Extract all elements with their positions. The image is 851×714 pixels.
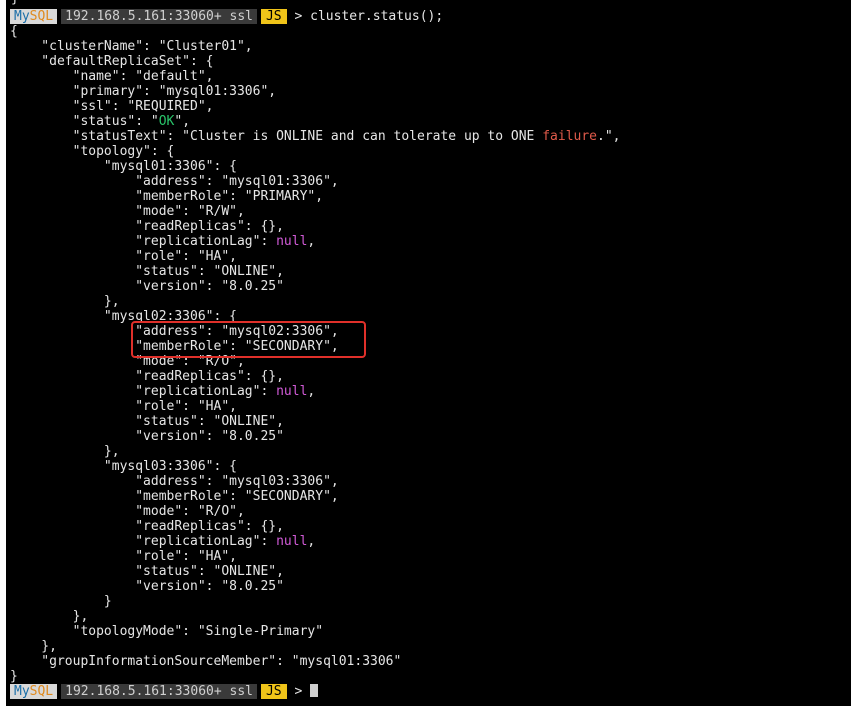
terminal-window[interactable]: } MySQL192.168.5.161:33060+ sslJS > clus… (6, 0, 851, 706)
member-status: "status": "ONLINE", (10, 414, 284, 429)
json-status-text: "statusText": "Cluster is ONLINE and can… (10, 129, 851, 144)
prompt-line: MySQL 192.168.5.161:33060+ ssl JS > cluste… (10, 9, 851, 24)
member-read-replicas: "readReplicas": {}, (10, 219, 284, 234)
previous-output-brace: } (11, 0, 19, 6)
prompt-host: 192.168.5.161:33060+ ssl (61, 9, 257, 24)
member-status: "status": "ONLINE", (10, 564, 284, 579)
json-status-text-tail: .", (597, 129, 621, 144)
json-close-brace: } (10, 669, 18, 684)
member-read-replicas: "readReplicas": {}, (10, 519, 284, 534)
prompt-app-name: My (14, 9, 30, 24)
member-header: "mysql03:3306": { (10, 459, 237, 474)
member-replication-lag-tail: , (307, 384, 316, 399)
json-cluster-name: "clusterName": "Cluster01", (10, 39, 253, 54)
json-group-information-source-member: "groupInformationSourceMember": "mysql01… (10, 654, 402, 669)
member-ha-role: "role": "HA", (10, 549, 237, 564)
member-role: "memberRole": "PRIMARY", (10, 189, 324, 204)
text-cursor[interactable] (310, 684, 319, 697)
member-ha-role: "role": "HA", (10, 249, 237, 264)
member-mode: "mode": "R/W", (10, 204, 245, 219)
member-address: "address": "mysql01:3306", (10, 174, 339, 189)
active-prompt-line[interactable]: MySQL 192.168.5.161:33060+ ssl JS > (10, 684, 851, 699)
member-replication-lag-tail: , (307, 534, 316, 549)
json-default-replica-set: "defaultReplicaSet": { (10, 54, 214, 69)
member-close: } (10, 594, 112, 609)
member-close: }, (10, 294, 120, 309)
member-header: "mysql01:3306": { (10, 159, 237, 174)
member-address: "address": "mysql03:3306", (10, 474, 339, 489)
json-primary: "primary": "mysql01:3306", (10, 84, 277, 99)
member-replication-lag-null: null (276, 534, 308, 549)
json-status: "status": "OK", (10, 114, 851, 129)
member-status: "status": "ONLINE", (10, 264, 284, 279)
json-open-brace: { (10, 24, 18, 39)
prompt-mode-badge: JS (260, 684, 287, 699)
member-replication-lag-key: "replicationLag": (10, 534, 277, 549)
prompt-app-name: My (14, 684, 30, 699)
annotation-highlight-box (131, 321, 366, 358)
json-topology-close: }, (10, 609, 89, 624)
prompt-mode-badge: JS (260, 9, 287, 24)
member-role: "memberRole": "SECONDARY", (10, 489, 339, 504)
member-version: "version": "8.0.25" (10, 279, 284, 294)
member-replication-lag-tail: , (307, 234, 316, 249)
member-version: "version": "8.0.25" (10, 579, 284, 594)
prompt-host: 192.168.5.161:33060+ ssl (61, 684, 257, 699)
mysql-prompt-badge: MySQL (10, 684, 58, 699)
prompt-app-accent: SQL (29, 9, 54, 24)
member-replication-lag-key: "replicationLag": (10, 384, 277, 399)
command-text: cluster.status(); (310, 9, 444, 24)
json-status-ok-value: OK (158, 114, 175, 129)
prompt-app-accent: SQL (29, 684, 54, 699)
member-replication-lag-null: null (276, 384, 308, 399)
json-replica-set-close: }, (10, 639, 57, 654)
member-replication-lag: "replicationLag": null, (10, 234, 851, 249)
member-read-replicas: "readReplicas": {}, (10, 369, 284, 384)
member-replication-lag: "replicationLag": null, (10, 534, 851, 549)
json-topology-mode: "topologyMode": "Single-Primary" (10, 624, 324, 639)
member-ha-role: "role": "HA", (10, 399, 237, 414)
prompt-caret: > (294, 9, 303, 24)
json-ssl: "ssl": "REQUIRED", (10, 99, 214, 114)
member-replication-lag: "replicationLag": null, (10, 384, 851, 399)
prompt-caret: > (294, 684, 303, 699)
json-name: "name": "default", (10, 69, 214, 84)
json-status-text-body: "statusText": "Cluster is ONLINE and can… (10, 129, 543, 144)
mysql-prompt-badge: MySQL (10, 9, 58, 24)
member-version: "version": "8.0.25" (10, 429, 284, 444)
bottom-page-strip (0, 706, 851, 714)
json-status-tail: ", (174, 114, 191, 129)
json-status-key: "status": " (10, 114, 159, 129)
json-topology: "topology": { (10, 144, 175, 159)
member-close: }, (10, 444, 120, 459)
member-mode: "mode": "R/O", (10, 504, 245, 519)
member-replication-lag-key: "replicationLag": (10, 234, 277, 249)
member-replication-lag-null: null (276, 234, 308, 249)
json-status-text-failure: failure (542, 129, 598, 144)
